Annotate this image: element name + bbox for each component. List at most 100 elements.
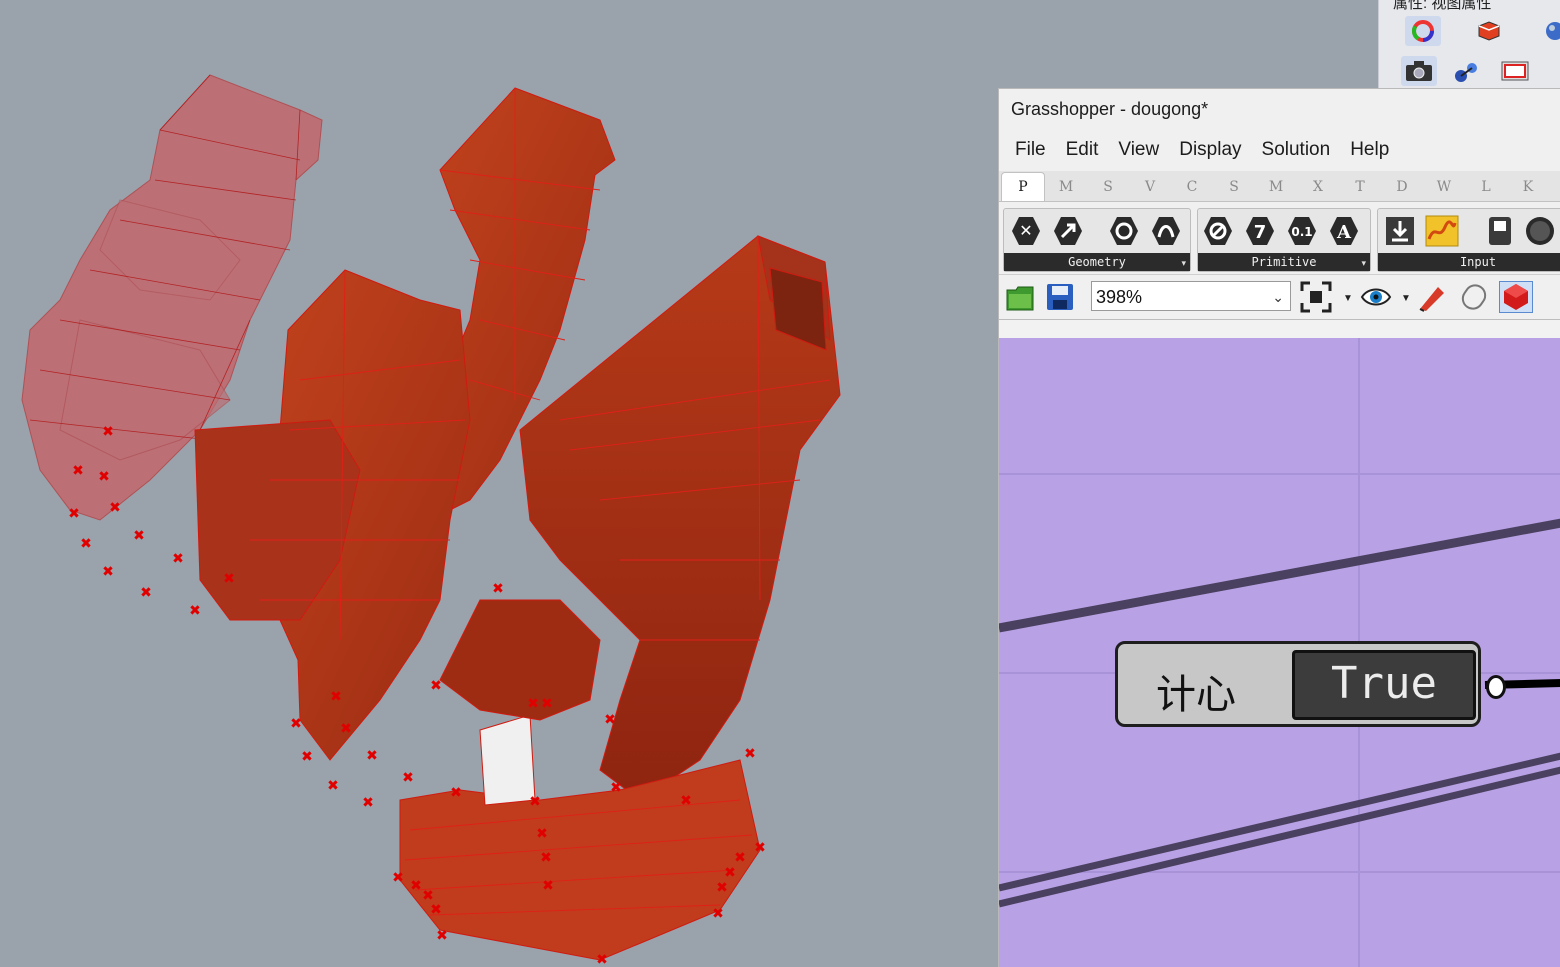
zoom-select[interactable]: 398% ⌄ <box>1091 281 1291 311</box>
svg-text:✖: ✖ <box>542 878 554 894</box>
param-geometry-icon[interactable]: ✕ <box>1008 215 1044 247</box>
preview-shaded-icon[interactable] <box>1499 281 1533 313</box>
save-file-icon[interactable] <box>1043 281 1077 313</box>
boolean-toggle[interactable]: 计心 True <box>1115 641 1506 727</box>
param-boolean-icon[interactable] <box>1200 215 1236 247</box>
tab-curve[interactable]: C <box>1171 173 1213 201</box>
svg-text:✖: ✖ <box>140 585 152 601</box>
svg-text:✖: ✖ <box>610 780 622 796</box>
param-vector-icon[interactable] <box>1050 215 1086 247</box>
tab-display[interactable]: D <box>1381 173 1423 201</box>
menu-solution[interactable]: Solution <box>1252 139 1341 161</box>
svg-text:✖: ✖ <box>109 500 121 516</box>
properties-title: 属性: 视图属性 <box>1393 0 1492 12</box>
open-file-icon[interactable] <box>1003 281 1037 313</box>
svg-text:✖: ✖ <box>492 581 504 597</box>
tab-maths[interactable]: M <box>1045 173 1087 201</box>
svg-text:✖: ✖ <box>410 878 422 894</box>
grasshopper-canvas[interactable]: 计心 True <box>999 338 1560 967</box>
expand-arrow-icon[interactable]: ▾ <box>1361 258 1366 269</box>
layer-icon[interactable] <box>1471 16 1507 46</box>
svg-text:✕: ✕ <box>1019 221 1032 240</box>
output-grip[interactable] <box>1486 675 1506 699</box>
caret-down-icon[interactable]: ▼ <box>1343 293 1353 304</box>
svg-text:✖: ✖ <box>541 696 553 712</box>
toggle-value[interactable]: True <box>1292 650 1476 720</box>
svg-text:✖: ✖ <box>680 793 692 809</box>
svg-text:✖: ✖ <box>430 902 442 918</box>
window-title: Grasshopper - dougong* <box>999 89 1560 129</box>
svg-text:✖: ✖ <box>189 603 201 619</box>
tab-l[interactable]: L <box>1465 173 1507 201</box>
tab-sets[interactable]: S <box>1087 173 1129 201</box>
svg-text:✖: ✖ <box>529 794 541 810</box>
color-wheel-icon[interactable] <box>1405 16 1441 46</box>
menu-file[interactable]: File <box>1005 139 1056 161</box>
svg-text:✖: ✖ <box>754 840 766 856</box>
param-integer-icon[interactable]: 7 <box>1242 215 1278 247</box>
zoom-value: 398% <box>1096 287 1143 307</box>
svg-text:✖: ✖ <box>98 469 110 485</box>
svg-text:✖: ✖ <box>133 528 145 544</box>
svg-text:✖: ✖ <box>301 749 313 765</box>
gumball-icon[interactable] <box>1449 56 1485 86</box>
svg-text:✖: ✖ <box>102 424 114 440</box>
svg-text:✖: ✖ <box>330 689 342 705</box>
menu-view[interactable]: View <box>1108 139 1169 161</box>
svg-text:✖: ✖ <box>436 928 448 944</box>
param-number-icon[interactable]: 0.1 <box>1284 215 1320 247</box>
component-tabs: P M S V C S M X T D W L K <box>999 171 1560 202</box>
tab-params[interactable]: P <box>1001 172 1045 201</box>
svg-text:✖: ✖ <box>536 826 548 842</box>
svg-text:✖: ✖ <box>362 795 374 811</box>
sketch-pen-icon[interactable] <box>1415 281 1449 313</box>
ribbon-group-primitive: 7 0.1 A Primitive ▾ <box>1197 208 1371 272</box>
camera-icon[interactable] <box>1401 56 1437 86</box>
preview-eye-icon[interactable] <box>1359 281 1393 313</box>
svg-text:7: 7 <box>1254 222 1267 243</box>
param-circle-icon[interactable] <box>1106 215 1142 247</box>
tab-mesh[interactable]: M <box>1255 173 1297 201</box>
expand-arrow-icon[interactable]: ▾ <box>1181 258 1186 269</box>
wireframe-capsule-icon[interactable] <box>1457 281 1491 313</box>
menu-display[interactable]: Display <box>1169 139 1251 161</box>
chevron-down-icon[interactable]: ⌄ <box>1272 282 1284 312</box>
param-text-icon[interactable]: A <box>1326 215 1362 247</box>
properties-panel: 属性: 视图属性 <box>1378 0 1560 92</box>
tab-transform[interactable]: T <box>1339 173 1381 201</box>
button-object-icon[interactable] <box>1522 215 1558 247</box>
canvas-toolbar: 398% ⌄ ▼ ▼ <box>999 274 1560 320</box>
svg-text:✖: ✖ <box>80 536 92 552</box>
svg-text:✖: ✖ <box>392 870 404 886</box>
tab-surface[interactable]: S <box>1213 173 1255 201</box>
svg-text:✖: ✖ <box>340 721 352 737</box>
tab-k[interactable]: K <box>1507 173 1549 201</box>
svg-text:✖: ✖ <box>744 746 756 762</box>
svg-text:✖: ✖ <box>366 748 378 764</box>
tab-vector[interactable]: V <box>1129 173 1171 201</box>
panel-import-icon[interactable] <box>1382 215 1418 247</box>
svg-text:✖: ✖ <box>734 850 746 866</box>
caret-down-icon[interactable]: ▼ <box>1401 293 1411 304</box>
svg-text:✖: ✖ <box>327 778 339 794</box>
frame-icon[interactable] <box>1497 56 1533 86</box>
svg-text:✖: ✖ <box>290 716 302 732</box>
boolean-toggle-icon[interactable] <box>1482 215 1518 247</box>
component-ribbon: ✕ Geometry ▾ 7 0.1 A Primitive ▾ Input <box>999 202 1560 274</box>
tab-wb[interactable]: W <box>1423 173 1465 201</box>
ribbon-label-primitive: Primitive <box>1198 253 1370 271</box>
graph-mapper-icon[interactable] <box>1424 215 1460 247</box>
tab-intersect[interactable]: X <box>1297 173 1339 201</box>
material-sphere-icon[interactable] <box>1537 16 1560 46</box>
svg-text:✖: ✖ <box>172 551 184 567</box>
menu-bar: File Edit View Display Solution Help <box>999 129 1560 171</box>
param-curve-icon[interactable] <box>1148 215 1184 247</box>
svg-text:✖: ✖ <box>596 952 608 966</box>
svg-text:0.1: 0.1 <box>1291 225 1312 239</box>
menu-help[interactable]: Help <box>1340 139 1399 161</box>
menu-edit[interactable]: Edit <box>1056 139 1109 161</box>
svg-text:✖: ✖ <box>68 506 80 522</box>
svg-text:✖: ✖ <box>72 463 84 479</box>
svg-text:A: A <box>1336 222 1352 243</box>
zoom-extents-icon[interactable] <box>1299 281 1333 313</box>
